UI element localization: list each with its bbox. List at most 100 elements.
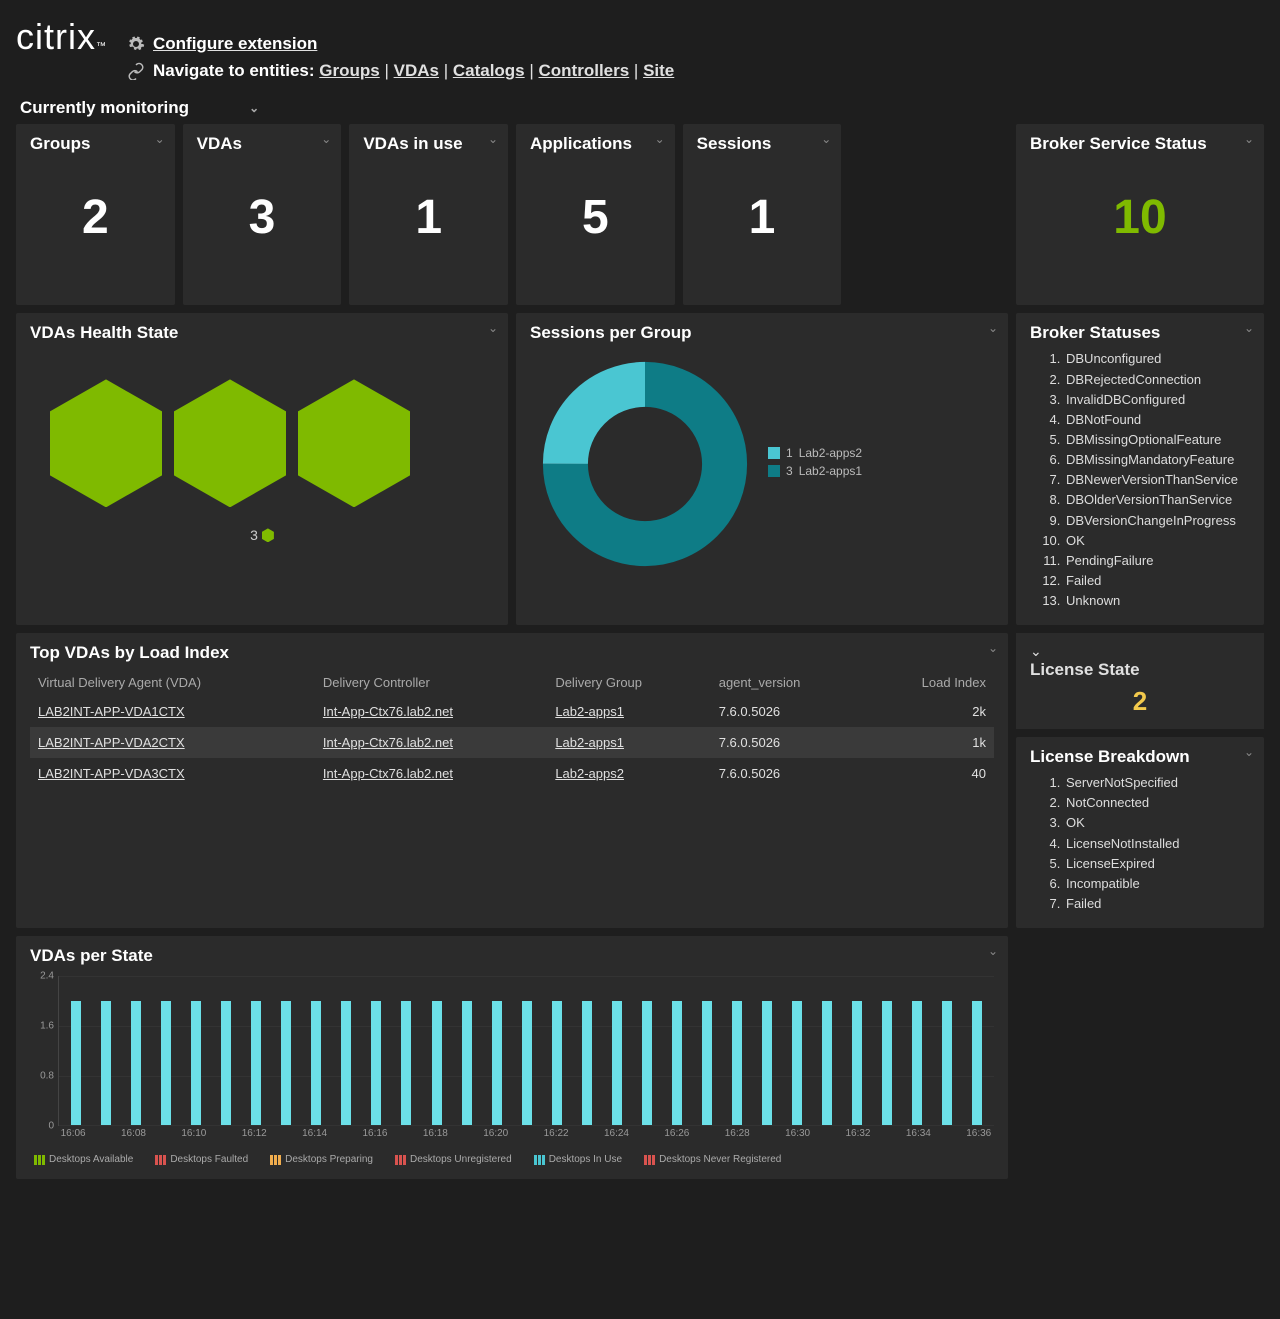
table-row[interactable]: LAB2INT-APP-VDA1CTX Int-App-Ctx76.lab2.ne… [30, 696, 994, 727]
broker-status-item: DBNotFound [1064, 410, 1250, 430]
table-header: Delivery Group [547, 669, 710, 696]
broker-status-item: DBRejectedConnection [1064, 370, 1250, 390]
table-row[interactable]: LAB2INT-APP-VDA2CTX Int-App-Ctx76.lab2.ne… [30, 727, 994, 758]
bar[interactable] [912, 1001, 922, 1125]
bar[interactable] [672, 1001, 682, 1125]
table-link[interactable]: LAB2INT-APP-VDA3CTX [38, 766, 185, 781]
bar[interactable] [281, 1001, 291, 1125]
bar[interactable] [311, 1001, 321, 1125]
legend-item: Desktops Faulted [155, 1154, 248, 1165]
broker-status-item: DBNewerVersionThanService [1064, 470, 1250, 490]
bar[interactable] [371, 1001, 381, 1125]
license-item: LicenseNotInstalled [1064, 834, 1250, 854]
navigate-label: Navigate to entities: [153, 61, 315, 80]
bar[interactable] [462, 1001, 472, 1125]
nav-vdas[interactable]: VDAs [394, 61, 439, 80]
bar[interactable] [161, 1001, 171, 1125]
table-link[interactable]: Lab2-apps1 [555, 704, 624, 719]
table-link[interactable]: Lab2-apps2 [555, 766, 624, 781]
chevron-down-icon[interactable]: ⌄ [1244, 132, 1254, 146]
hex-mini-icon [262, 528, 274, 542]
broker-status-item: Failed [1064, 571, 1250, 591]
bar[interactable] [582, 1001, 592, 1125]
table-link[interactable]: Lab2-apps1 [555, 735, 624, 750]
panel-vdas-health: ⌄ VDAs Health State 3 [16, 313, 508, 625]
bar[interactable] [131, 1001, 141, 1125]
bar[interactable] [251, 1001, 261, 1125]
table-link[interactable]: LAB2INT-APP-VDA2CTX [38, 735, 185, 750]
chevron-down-icon[interactable]: ⌄ [988, 944, 998, 958]
chevron-down-icon[interactable]: ⌄ [1244, 321, 1254, 335]
table-link[interactable]: Int-App-Ctx76.lab2.net [323, 704, 453, 719]
chevron-down-icon[interactable]: ⌄ [488, 321, 498, 335]
citrix-logo: citrix™ [16, 12, 107, 58]
chevron-down-icon[interactable]: ⌄ [488, 132, 498, 146]
broker-status-item: DBVersionChangeInProgress [1064, 511, 1250, 531]
bar[interactable] [882, 1001, 892, 1125]
table-link[interactable]: Int-App-Ctx76.lab2.net [323, 735, 453, 750]
chevron-down-icon[interactable]: ⌄ [1030, 643, 1042, 659]
chevron-down-icon[interactable]: ⌄ [321, 132, 331, 146]
bar[interactable] [522, 1001, 532, 1125]
chevron-down-icon[interactable]: ⌄ [821, 132, 831, 146]
bar[interactable] [101, 1001, 111, 1125]
legend-item: Desktops Never Registered [644, 1154, 781, 1165]
hex-health-2[interactable] [174, 379, 286, 507]
gear-icon [127, 35, 145, 53]
broker-status-item: DBUnconfigured [1064, 349, 1250, 369]
bar[interactable] [492, 1001, 502, 1125]
bar[interactable] [852, 1001, 862, 1125]
bar[interactable] [732, 1001, 742, 1125]
chevron-down-icon[interactable]: ⌄ [988, 321, 998, 335]
chevron-down-icon[interactable]: ⌄ [655, 132, 665, 146]
bar[interactable] [762, 1001, 772, 1125]
bar[interactable] [942, 1001, 952, 1125]
broker-status-item: DBMissingOptionalFeature [1064, 430, 1250, 450]
bar[interactable] [702, 1001, 712, 1125]
license-item: Failed [1064, 894, 1250, 914]
bar[interactable] [221, 1001, 231, 1125]
header-links: Configure extension Navigate to entities… [127, 12, 674, 84]
panel-sessions-per-group: ⌄ Sessions per Group 1 Lab2-apps2 3 Lab2… [516, 313, 1008, 625]
table-link[interactable]: Int-App-Ctx76.lab2.net [323, 766, 453, 781]
bar[interactable] [552, 1001, 562, 1125]
bar[interactable] [191, 1001, 201, 1125]
top-vdas-table: Virtual Delivery Agent (VDA)Delivery Con… [30, 669, 994, 789]
bar[interactable] [822, 1001, 832, 1125]
broker-status-item: OK [1064, 531, 1250, 551]
bar[interactable] [341, 1001, 351, 1125]
bar[interactable] [71, 1001, 81, 1125]
nav-controllers[interactable]: Controllers [539, 61, 630, 80]
license-item: OK [1064, 813, 1250, 833]
table-header: agent_version [711, 669, 866, 696]
kpi-broker-status: ⌄ Broker Service Status10 [1016, 124, 1264, 305]
bar[interactable] [972, 1001, 982, 1125]
license-item: NotConnected [1064, 793, 1250, 813]
nav-groups[interactable]: Groups [319, 61, 379, 80]
panel-license-state: ⌄ License State 2 [1016, 633, 1264, 729]
chevron-down-icon[interactable]: ⌄ [988, 641, 998, 655]
table-link[interactable]: LAB2INT-APP-VDA1CTX [38, 704, 185, 719]
chevron-down-icon[interactable]: ⌄ [155, 132, 165, 146]
table-header: Virtual Delivery Agent (VDA) [30, 669, 315, 696]
hex-health-3[interactable] [298, 379, 410, 507]
bar[interactable] [792, 1001, 802, 1125]
chevron-down-icon[interactable]: ⌄ [1244, 745, 1254, 759]
chevron-down-icon[interactable]: ⌄ [249, 101, 259, 115]
bar-chart: 00.81.62.4 16:0616:0816:1016:1216:1416:1… [30, 976, 994, 1146]
legend-item: Desktops Available [34, 1154, 133, 1165]
nav-site[interactable]: Site [643, 61, 674, 80]
table-header: Delivery Controller [315, 669, 547, 696]
link-icon [127, 62, 145, 80]
configure-extension-link[interactable]: Configure extension [153, 30, 317, 57]
broker-status-item: Unknown [1064, 591, 1250, 611]
license-item: ServerNotSpecified [1064, 773, 1250, 793]
bar[interactable] [642, 1001, 652, 1125]
nav-catalogs[interactable]: Catalogs [453, 61, 525, 80]
hex-health-1[interactable] [50, 379, 162, 507]
bar[interactable] [401, 1001, 411, 1125]
table-row[interactable]: LAB2INT-APP-VDA3CTX Int-App-Ctx76.lab2.ne… [30, 758, 994, 789]
kpi-applications: ⌄ Applications5 [516, 124, 675, 305]
bar[interactable] [432, 1001, 442, 1125]
bar[interactable] [612, 1001, 622, 1125]
